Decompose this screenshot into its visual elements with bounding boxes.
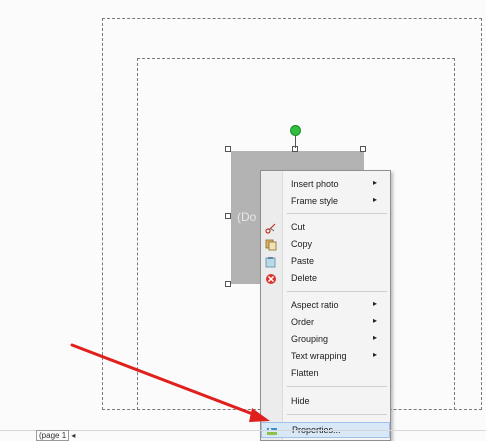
submenu-arrow-icon: ▸ — [373, 299, 378, 308]
rotate-connector — [295, 136, 296, 148]
resize-handle-bottom-left[interactable] — [225, 281, 231, 287]
menu-item-order[interactable]: Order ▸ — [261, 315, 390, 331]
scissors-icon — [265, 222, 277, 234]
menu-separator — [287, 414, 387, 415]
photo-placeholder-label: (Do — [237, 210, 257, 224]
menu-item-grouping[interactable]: Grouping ▸ — [261, 332, 390, 348]
rotate-handle[interactable] — [290, 125, 301, 136]
submenu-arrow-icon: ▸ — [373, 195, 378, 204]
menu-item-text-wrapping[interactable]: Text wrapping ▸ — [261, 349, 390, 365]
menu-separator — [287, 213, 387, 214]
menu-item-paste[interactable]: Paste — [261, 254, 390, 270]
scroll-left-icon[interactable]: ◂ — [71, 431, 75, 440]
menu-item-flatten[interactable]: Flatten — [261, 366, 390, 382]
submenu-arrow-icon: ▸ — [373, 350, 378, 359]
resize-handle-top-left[interactable] — [225, 146, 231, 152]
menu-item-aspect-ratio[interactable]: Aspect ratio ▸ — [261, 298, 390, 314]
menu-separator — [287, 386, 387, 387]
menu-separator — [287, 291, 387, 292]
page-tab[interactable]: (page 1 ◂ — [36, 430, 75, 441]
copy-icon — [265, 239, 277, 251]
properties-icon — [266, 425, 278, 437]
submenu-arrow-icon: ▸ — [373, 178, 378, 187]
submenu-arrow-icon: ▸ — [373, 333, 378, 342]
menu-item-insert-photo[interactable]: Insert photo ▸ — [261, 177, 390, 193]
delete-icon — [265, 273, 277, 285]
resize-handle-left[interactable] — [225, 213, 231, 219]
submenu-arrow-icon: ▸ — [373, 316, 378, 325]
menu-item-hide[interactable]: Hide — [261, 394, 390, 410]
menu-item-delete[interactable]: Delete — [261, 271, 390, 287]
resize-handle-top-right[interactable] — [360, 146, 366, 152]
menu-item-cut[interactable]: Cut — [261, 220, 390, 236]
menu-item-frame-style[interactable]: Frame style ▸ — [261, 194, 390, 210]
menu-item-copy[interactable]: Copy — [261, 237, 390, 253]
paste-icon — [265, 256, 277, 268]
page-tab-label: (page 1 — [36, 430, 70, 441]
context-menu: Insert photo ▸ Frame style ▸ Cut Copy Pa… — [260, 170, 391, 441]
